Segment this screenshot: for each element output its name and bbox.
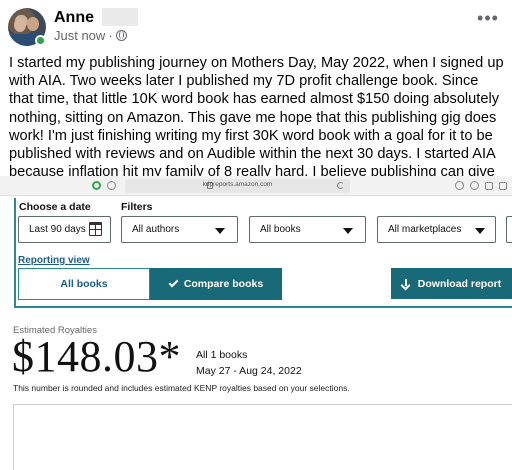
redacted-surname xyxy=(102,8,138,26)
books-select-value: All books xyxy=(260,224,301,235)
avatar-person-left xyxy=(14,18,26,32)
browser-shield-icon[interactable] xyxy=(107,181,116,190)
cut-off-select[interactable] xyxy=(506,216,512,243)
date-range-value: Last 90 days xyxy=(29,224,86,235)
marketplaces-select[interactable]: All marketplaces xyxy=(377,216,496,243)
books-select[interactable]: All books xyxy=(249,216,366,243)
download-report-label: Download report xyxy=(417,277,502,290)
reload-icon[interactable] xyxy=(337,182,344,189)
online-status-dot xyxy=(35,35,46,46)
calendar-icon[interactable] xyxy=(89,222,102,236)
reporting-view-label[interactable]: Reporting view xyxy=(18,255,90,266)
address-bar-url: kdpreports.amazon.com xyxy=(202,181,273,188)
more-options-icon[interactable]: ••• xyxy=(476,9,500,32)
report-date-range: May 27 - Aug 24, 2022 xyxy=(196,365,302,377)
estimated-royalties-amount: $148.03* xyxy=(12,332,181,381)
all-books-view-button[interactable]: All books xyxy=(18,268,150,300)
filters-label: Filters xyxy=(121,201,153,213)
post-meta: Just now · xyxy=(54,28,127,43)
author-name[interactable]: Anne xyxy=(54,9,94,27)
books-count: All 1 books xyxy=(196,349,248,361)
royalties-footnote: This number is rounded and includes esti… xyxy=(13,383,350,393)
authors-select-value: All authors xyxy=(132,224,180,235)
tab-overview-icon[interactable] xyxy=(499,182,507,190)
date-range-select[interactable]: Last 90 days xyxy=(18,216,111,243)
download-icon xyxy=(402,278,410,289)
download-manager-icon[interactable] xyxy=(455,181,464,190)
royalties-chart-area xyxy=(13,404,512,470)
chevron-down-icon xyxy=(215,228,225,234)
post-header: Anne Just now · ••• xyxy=(0,0,512,52)
browser-extension-icon[interactable] xyxy=(92,181,101,190)
avatar-person-right xyxy=(27,17,39,31)
compare-books-view-button[interactable]: Compare books xyxy=(150,268,282,300)
address-bar[interactable]: kdpreports.amazon.com xyxy=(125,179,350,193)
globe-icon[interactable] xyxy=(115,30,127,41)
share-icon[interactable] xyxy=(470,181,479,190)
new-tab-icon[interactable] xyxy=(485,182,493,190)
check-icon xyxy=(168,277,179,288)
browser-toolbar: kdpreports.amazon.com xyxy=(0,176,512,196)
marketplaces-select-value: All marketplaces xyxy=(388,224,462,235)
chevron-down-icon xyxy=(475,228,485,234)
chevron-down-icon xyxy=(343,228,353,234)
post-timestamp[interactable]: Just now xyxy=(54,28,105,43)
download-report-button[interactable]: Download report xyxy=(391,268,512,299)
choose-date-label: Choose a date xyxy=(19,201,91,213)
authors-select[interactable]: All authors xyxy=(121,216,238,243)
all-books-view-label: All books xyxy=(60,278,108,290)
compare-books-view-label: Compare books xyxy=(183,278,264,290)
meta-separator: · xyxy=(108,28,113,43)
